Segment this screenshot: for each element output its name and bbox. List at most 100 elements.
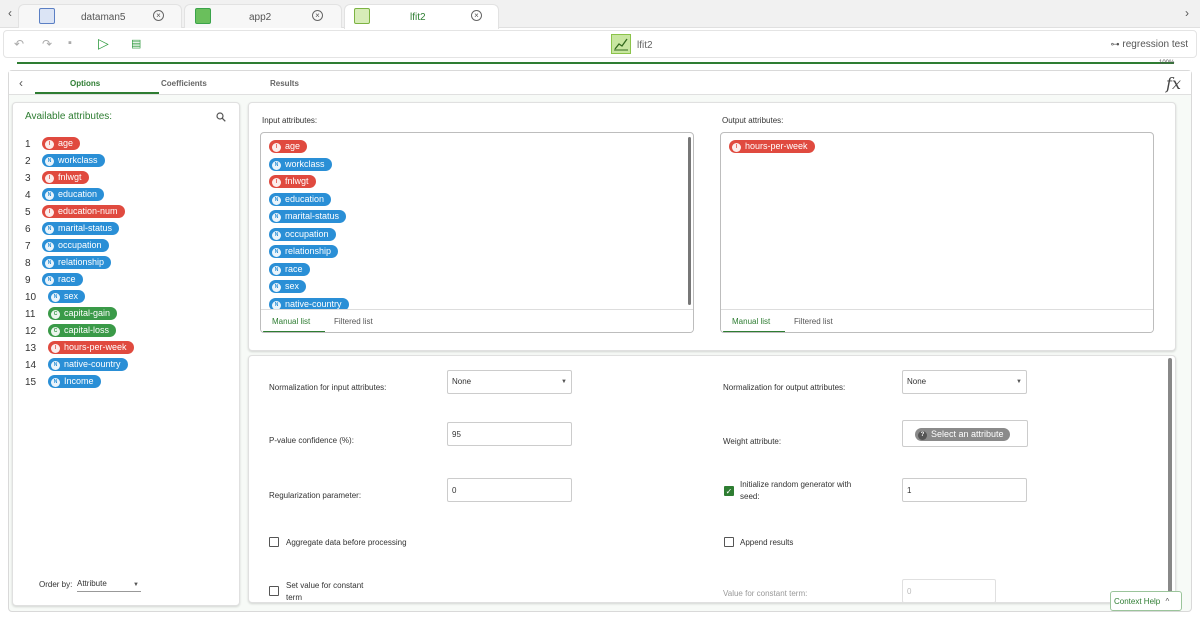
attribute-pill[interactable]: Noccupation bbox=[42, 239, 109, 252]
attribute-name: sex bbox=[285, 281, 300, 291]
attribute-name: education bbox=[285, 193, 325, 204]
context-help-button[interactable]: Context Help ^ bbox=[1110, 591, 1182, 611]
attribute-pill[interactable]: Iage bbox=[42, 137, 81, 150]
tab-manual-list[interactable]: Manual list bbox=[732, 317, 770, 326]
tab-lfit2[interactable]: lfit2 × bbox=[344, 4, 499, 29]
attribute-pill[interactable]: Nrelationship bbox=[269, 245, 339, 258]
pvalue-input[interactable]: 95 bbox=[447, 422, 572, 446]
attribute-pill[interactable]: Nmarital-status bbox=[42, 222, 120, 235]
input-attributes-box[interactable]: Iage Nworkclass Ifnlwgt Neducation Nmarital-… bbox=[260, 132, 694, 333]
append-results-checkbox[interactable] bbox=[724, 537, 734, 547]
scrollbar[interactable] bbox=[1168, 358, 1172, 602]
attribute-type-icon: N bbox=[51, 293, 60, 302]
attribute-index: 5 bbox=[25, 207, 31, 218]
attribute-pill[interactable]: Noccupation bbox=[269, 227, 336, 241]
close-icon[interactable]: × bbox=[471, 10, 482, 21]
scrollbar[interactable] bbox=[688, 137, 691, 305]
tab-results[interactable]: Results bbox=[270, 79, 299, 88]
attribute-type-icon: N bbox=[51, 378, 60, 387]
attribute-type-icon: I bbox=[51, 344, 60, 353]
norm-output-value: None bbox=[907, 377, 927, 386]
tab-dataman5[interactable]: dataman5 × bbox=[18, 4, 182, 28]
attribute-pill[interactable]: Nsex bbox=[269, 280, 307, 293]
init-random-checkbox[interactable]: ✓ bbox=[724, 486, 734, 496]
toolbar: ↶ ↷ ▪ ▷ ▤ lfit2 ⊶ regression test bbox=[3, 30, 1197, 58]
formula-icon[interactable]: fx bbox=[1166, 74, 1181, 93]
seed-input[interactable]: 1 bbox=[902, 478, 1027, 502]
attribute-pill[interactable]: Ihours-per-week bbox=[48, 341, 134, 354]
attribute-pill[interactable]: Ieducation-num bbox=[42, 205, 125, 218]
tab-manual-list[interactable]: Manual list bbox=[272, 317, 310, 326]
order-by-select[interactable]: Attribute ▼ bbox=[77, 577, 141, 592]
attribute-pill[interactable]: Nworkclass bbox=[269, 157, 332, 171]
attribute-name: fnlwgt bbox=[285, 176, 309, 186]
weight-attribute-field[interactable]: ? Select an attribute bbox=[902, 420, 1028, 447]
attribute-pill[interactable]: Nrace bbox=[42, 273, 83, 286]
attribute-name: hours-per-week bbox=[745, 141, 808, 151]
attribute-type-icon: N bbox=[272, 230, 281, 240]
aggregate-checkbox[interactable] bbox=[269, 537, 279, 547]
tab-coefficients[interactable]: Coefficients bbox=[161, 79, 207, 88]
norm-input-label: Normalization for input attributes: bbox=[269, 383, 387, 392]
attribute-pill[interactable]: Nsex bbox=[48, 290, 86, 303]
order-by-value: Attribute bbox=[77, 579, 107, 588]
attribute-index: 2 bbox=[25, 156, 31, 167]
attribute-pill[interactable]: Nrace bbox=[269, 262, 310, 276]
attribute-pill[interactable]: Ihours-per-week bbox=[729, 140, 815, 153]
back-icon[interactable]: ‹ bbox=[19, 76, 23, 90]
search-icon[interactable] bbox=[216, 112, 226, 122]
attribute-name: age bbox=[285, 141, 301, 151]
redo-icon[interactable]: ↷ bbox=[42, 37, 52, 51]
dataman-icon bbox=[39, 8, 55, 24]
attribute-pill[interactable]: Nrelationship bbox=[42, 256, 112, 269]
constant-term-checkbox[interactable] bbox=[269, 586, 279, 596]
constant-value-label: Value for constant term: bbox=[723, 589, 808, 598]
attribute-pill[interactable]: Neducation bbox=[42, 188, 105, 201]
tab-label: dataman5 bbox=[81, 12, 126, 23]
tab-scroll-left-icon[interactable]: ‹ bbox=[8, 6, 12, 20]
close-icon[interactable]: × bbox=[153, 10, 164, 21]
attribute-pill[interactable]: Nnative-country bbox=[48, 358, 128, 371]
regularization-input[interactable]: 0 bbox=[447, 478, 572, 502]
document-tab-bar: ‹ dataman5 × app2 × lfit2 × › bbox=[0, 0, 1200, 29]
attribute-pill[interactable]: Iage bbox=[269, 140, 308, 153]
project-link[interactable]: ⊶ regression test bbox=[1111, 39, 1188, 50]
attribute-name: workclass bbox=[58, 155, 98, 165]
norm-output-label: Normalization for output attributes: bbox=[723, 383, 846, 392]
regularization-label: Regularization parameter: bbox=[269, 491, 362, 500]
constant-value-input[interactable]: 0 bbox=[902, 579, 996, 602]
tab-filtered-list[interactable]: Filtered list bbox=[794, 317, 833, 326]
attribute-pill[interactable]: Neducation bbox=[269, 192, 332, 206]
progress-label: 100% bbox=[1159, 60, 1175, 66]
attribute-pill[interactable]: Ifnlwgt bbox=[42, 171, 89, 184]
save-icon[interactable]: ▪ bbox=[68, 37, 72, 49]
constant-term-label: Set value for constant bbox=[286, 581, 364, 590]
attribute-pill[interactable]: N Income bbox=[48, 375, 101, 388]
norm-output-select[interactable]: None ▼ bbox=[902, 370, 1027, 394]
attribute-pill[interactable]: Nmarital-status bbox=[269, 210, 347, 223]
attribute-pill[interactable]: Ccapital-loss bbox=[48, 324, 117, 337]
report-icon[interactable]: ▤ bbox=[131, 37, 141, 50]
attribute-index: 8 bbox=[25, 258, 31, 269]
norm-input-select[interactable]: None ▼ bbox=[447, 370, 572, 394]
attribute-name: capital-loss bbox=[64, 325, 110, 335]
close-icon[interactable]: × bbox=[312, 10, 323, 21]
attribute-type-icon: N bbox=[45, 157, 54, 166]
output-attributes-box[interactable]: Ihours-per-week Manual list Filtered lis… bbox=[720, 132, 1154, 333]
attribute-pill[interactable]: Nworkclass bbox=[42, 154, 105, 167]
tab-scroll-right-icon[interactable]: › bbox=[1185, 6, 1189, 20]
attribute-index: 1 bbox=[25, 139, 31, 150]
init-random-label-2: seed: bbox=[740, 492, 760, 501]
tab-app2[interactable]: app2 × bbox=[184, 4, 342, 28]
attribute-pill[interactable]: Nnative-country bbox=[269, 297, 349, 309]
constant-term-label-2: term bbox=[286, 593, 302, 602]
tab-options[interactable]: Options bbox=[70, 79, 100, 88]
flow-icon: ⊶ bbox=[1110, 39, 1120, 49]
undo-icon[interactable]: ↶ bbox=[14, 37, 24, 51]
attribute-pill[interactable]: Ccapital-gain bbox=[48, 307, 118, 320]
run-icon[interactable]: ▷ bbox=[98, 35, 109, 52]
attribute-pill[interactable]: Ifnlwgt bbox=[269, 175, 316, 188]
aggregate-label: Aggregate data before processing bbox=[286, 538, 407, 547]
output-attributes-list: Ihours-per-week bbox=[721, 133, 1153, 309]
tab-filtered-list[interactable]: Filtered list bbox=[334, 317, 373, 326]
